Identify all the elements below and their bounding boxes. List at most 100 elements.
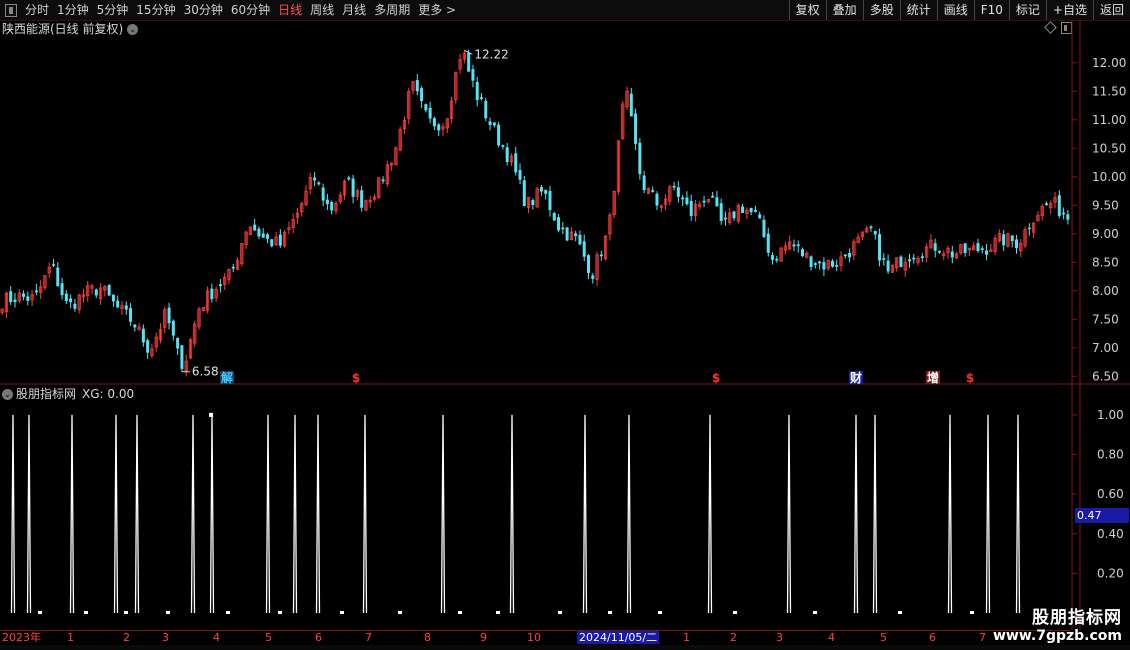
period-tab[interactable]: 分时 (21, 0, 53, 20)
price-tick-label: 9.50 (1092, 198, 1119, 212)
candle-body (56, 267, 60, 287)
candle-body (681, 197, 685, 200)
watermark-title: 股朋指标网 (1032, 608, 1122, 628)
candle-body (141, 328, 145, 343)
candle-body (766, 233, 770, 253)
period-tab[interactable]: 5分钟 (93, 0, 133, 20)
toolbar-button[interactable]: +自选 (1045, 0, 1093, 20)
candle-body (771, 255, 775, 260)
candle-body (758, 214, 762, 219)
candle-body (381, 179, 385, 182)
candle-body (116, 300, 120, 308)
candle-body (544, 189, 548, 194)
candle-body (557, 217, 561, 231)
candle-body (467, 52, 471, 72)
indicator-tick-label: 0.20 (1097, 566, 1124, 580)
candle-body (94, 289, 98, 296)
signal-dot (398, 611, 402, 614)
candle-body (711, 195, 715, 198)
toolbar-button[interactable]: 多股 (862, 0, 900, 20)
candle-body (1062, 212, 1066, 215)
period-tab[interactable]: 更多 > (414, 0, 460, 20)
candle-body (501, 145, 505, 147)
candle-body (231, 266, 235, 269)
candle-body (723, 217, 727, 220)
candle-body (591, 275, 595, 279)
toolbar-button[interactable]: 统计 (899, 0, 937, 20)
candle-body (835, 265, 839, 267)
candle-body (1057, 195, 1061, 217)
toolbar-button[interactable]: 返回 (1092, 0, 1130, 20)
cursor-value-tag: 0.47 (1075, 508, 1129, 523)
candle-body (266, 234, 269, 239)
signal-dot (898, 611, 902, 614)
candle-body (52, 264, 55, 266)
period-tab[interactable]: 多周期 (370, 0, 414, 20)
candle-body (753, 210, 757, 212)
candle-body (330, 201, 334, 211)
candle-body (210, 288, 214, 300)
date-tick: 7 (979, 631, 986, 644)
date-axis: 2023年 1 2 3 4 5 6 7 8 9 10 1 2 3 4 5 6 7 (0, 630, 1070, 645)
signal-spike (707, 414, 713, 614)
signal-spike (113, 414, 119, 614)
candle-body (60, 283, 64, 296)
period-tab[interactable]: 日线 (274, 0, 306, 20)
candle-body (574, 233, 578, 237)
candle-body (937, 250, 941, 253)
signal-dot (608, 611, 612, 614)
cursor-date-label: 2024/11/05/二 (577, 631, 660, 644)
candle-body (882, 258, 886, 260)
price-tick-label: 6.50 (1092, 369, 1119, 383)
watermark-url: www.7gpzb.com (992, 628, 1122, 644)
period-tab[interactable]: 月线 (338, 0, 370, 20)
candle-body (437, 124, 441, 131)
candle-body (111, 294, 115, 302)
candle-body (651, 190, 655, 192)
candle-body (561, 227, 565, 230)
candle-body (124, 305, 128, 310)
toolbar-button[interactable]: F10 (973, 0, 1009, 20)
candle-body (655, 193, 659, 206)
panel-toggle-icon[interactable] (5, 3, 17, 17)
status-strip (0, 645, 1130, 650)
period-tab[interactable]: 1分钟 (53, 0, 93, 20)
date-tick: 3 (776, 631, 783, 644)
price-tick-label: 11.00 (1092, 113, 1126, 127)
high-price-label: 12.22 (474, 47, 508, 61)
signal-dot (84, 611, 88, 614)
candle-body (325, 199, 329, 205)
candle-body (1044, 203, 1048, 206)
period-tab[interactable]: 60分钟 (227, 0, 274, 20)
toolbar-button[interactable]: 复权 (788, 0, 826, 20)
signal-spike (853, 414, 859, 614)
date-tick: 10 (527, 631, 541, 644)
toolbar-button[interactable]: 叠加 (825, 0, 863, 20)
candle-body (689, 200, 693, 216)
candle-body (672, 185, 676, 188)
candle-body (719, 203, 723, 222)
candle-body (129, 308, 133, 322)
candle-body (505, 147, 509, 163)
period-tab[interactable]: 周线 (306, 0, 338, 20)
candle-body (415, 80, 419, 92)
candle-body (522, 180, 526, 206)
candle-body (13, 299, 17, 303)
watermark: 股朋指标网 www.7gpzb.com (993, 603, 1122, 644)
toolbar-button[interactable]: 标记 (1008, 0, 1046, 20)
event-marker: $ (712, 371, 720, 385)
period-tab[interactable]: 30分钟 (180, 0, 227, 20)
toolbar-button[interactable]: 画线 (936, 0, 974, 20)
candle-body (950, 251, 954, 258)
candle-body (270, 239, 274, 247)
candle-body (629, 93, 633, 117)
price-tick-label: 10.00 (1092, 170, 1126, 184)
candle-body (582, 241, 586, 257)
period-tab[interactable]: 15分钟 (132, 0, 179, 20)
date-tick: 6 (315, 631, 322, 644)
candle-body (801, 249, 804, 257)
candle-body (475, 81, 479, 101)
signal-dot (496, 611, 500, 614)
candle-body (685, 197, 689, 205)
candle-body (869, 226, 873, 229)
